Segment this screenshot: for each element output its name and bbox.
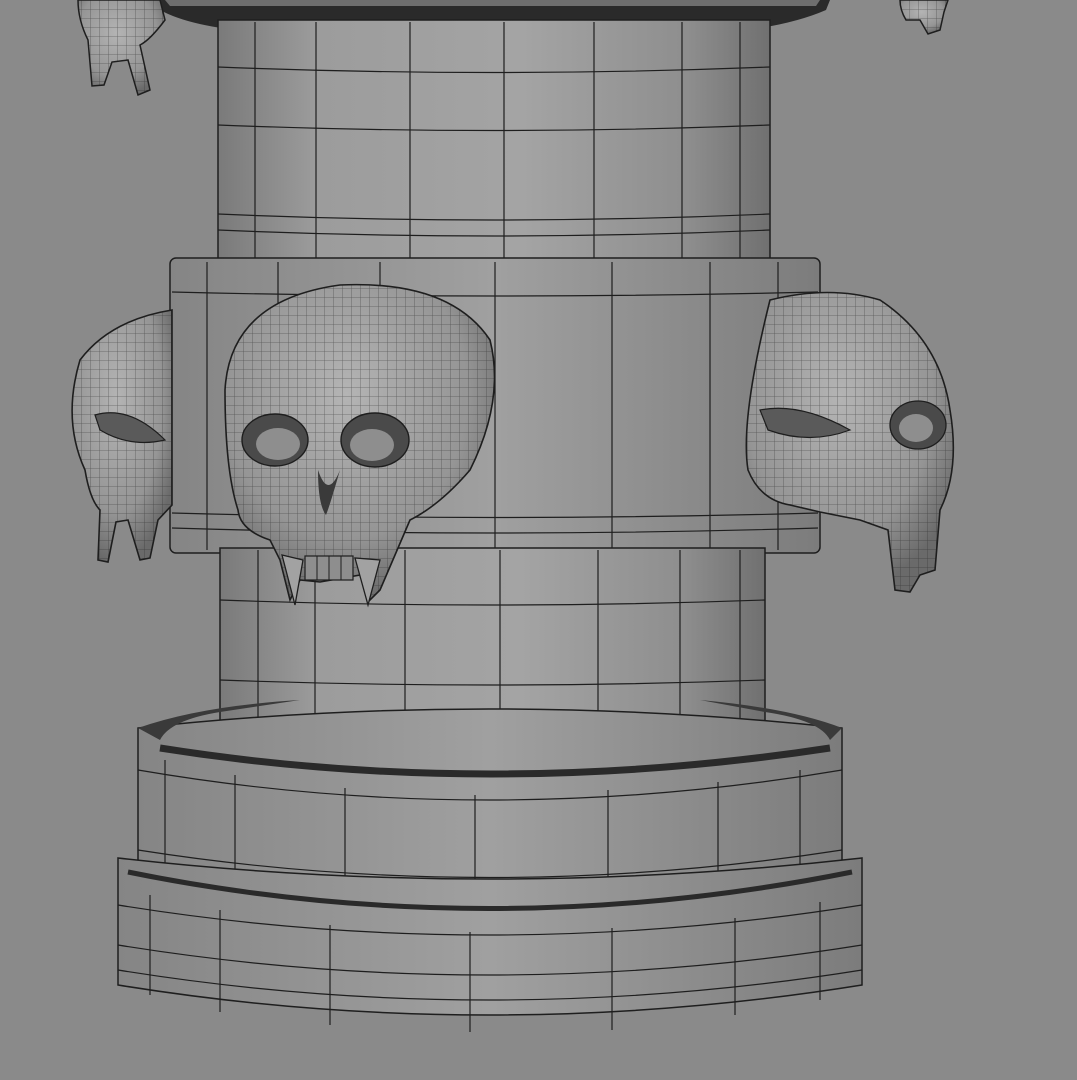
3d-viewport [0,0,1077,1080]
base-lower-tier [117,857,863,1032]
wireframe-render [71,0,955,1032]
top-right-skull-fangs [899,0,949,35]
left-skull [71,309,173,563]
upper-shaft [217,19,771,271]
top-left-skull-fangs [77,0,166,97]
